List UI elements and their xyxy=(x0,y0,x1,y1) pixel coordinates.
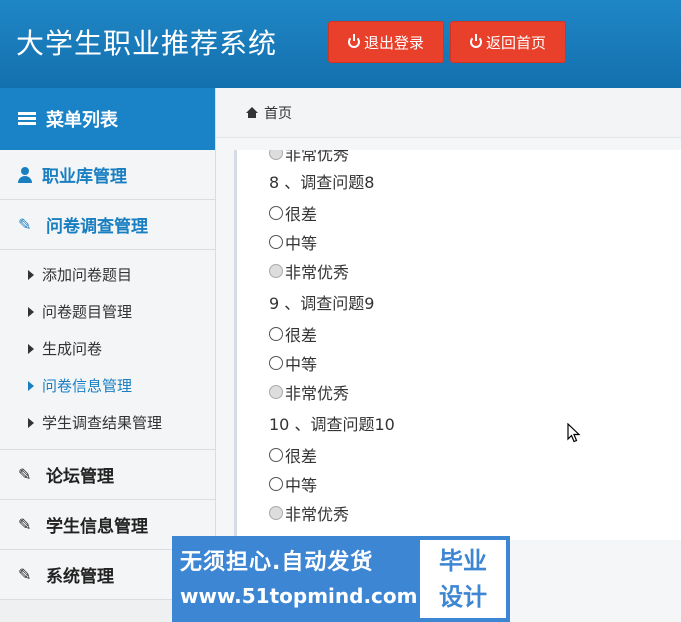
radio-button[interactable] xyxy=(269,234,283,249)
submenu-add-question[interactable]: 添加问卷题目 xyxy=(0,256,215,293)
sidebar-item-label: 职业库管理 xyxy=(42,167,127,187)
submenu-label: 问卷信息管理 xyxy=(42,377,133,395)
power-icon xyxy=(469,34,482,48)
option-label: 非常优秀 xyxy=(285,262,350,282)
menu-title: 菜单列表 xyxy=(46,110,118,131)
submenu-label: 学生调查结果管理 xyxy=(42,414,163,432)
radio-button[interactable] xyxy=(269,355,283,370)
submenu-label: 生成问卷 xyxy=(42,340,103,358)
sidebar-item-label: 系统管理 xyxy=(46,567,114,587)
option-label: 非常优秀 xyxy=(285,504,350,524)
watermark-badge-bottom: 设计 xyxy=(439,583,487,611)
return-home-button[interactable]: 返回首页 xyxy=(450,21,566,63)
user-icon xyxy=(18,166,32,183)
edit-icon: ✎ xyxy=(18,565,32,584)
submenu-question-manage[interactable]: 问卷题目管理 xyxy=(0,293,215,330)
edit-icon: ✎ xyxy=(18,515,32,534)
radio-button[interactable] xyxy=(269,505,283,520)
caret-right-icon xyxy=(28,417,34,428)
radio-button[interactable] xyxy=(269,447,283,462)
sidebar-item-survey[interactable]: ✎ 问卷调查管理 xyxy=(0,200,215,250)
option-label: 非常优秀 xyxy=(285,383,350,403)
option-row[interactable]: 中等 xyxy=(269,469,669,498)
option-label: 非常优秀 xyxy=(285,150,350,164)
caret-right-icon xyxy=(28,380,34,391)
top-header: 大学生职业推荐系统 退出登录 返回首页 xyxy=(0,0,681,88)
option-row[interactable]: 很差 xyxy=(269,319,669,348)
watermark-badge: 毕业 设计 xyxy=(420,540,506,618)
option-row[interactable]: 非常优秀 xyxy=(269,498,669,527)
option-row[interactable]: 中等 xyxy=(269,348,669,377)
edit-icon: ✎ xyxy=(18,465,32,484)
caret-right-icon xyxy=(28,343,34,354)
radio-button[interactable] xyxy=(269,150,283,160)
radio-button[interactable] xyxy=(269,263,283,278)
edit-icon: ✎ xyxy=(18,215,32,234)
option-row[interactable]: 非常优秀 xyxy=(269,377,669,406)
watermark-banner: 无须担心.自动发货 www.51topmind.com 毕业 设计 xyxy=(172,536,510,622)
option-label: 很差 xyxy=(285,204,318,224)
menu-header: 菜单列表 xyxy=(0,88,215,150)
submenu-generate-survey[interactable]: 生成问卷 xyxy=(0,330,215,367)
survey-submenu: 添加问卷题目 问卷题目管理 生成问卷 问卷信息管理 学生调查结果管理 xyxy=(0,250,215,450)
submenu-survey-results[interactable]: 学生调查结果管理 xyxy=(0,404,215,441)
option-label: 中等 xyxy=(285,475,318,495)
option-row[interactable]: 非常优秀 xyxy=(269,150,669,164)
breadcrumb-home-link[interactable]: 首页 xyxy=(264,103,292,123)
sidebar-item-forum[interactable]: ✎ 论坛管理 xyxy=(0,450,215,500)
sidebar-item-career-library[interactable]: 职业库管理 xyxy=(0,150,215,200)
survey-content[interactable]: 非常优秀 8 、调查问题8 很差 中等 非常优秀 9 、调查问题9 很差 中等 … xyxy=(234,150,681,540)
option-label: 中等 xyxy=(285,354,318,374)
list-icon xyxy=(18,112,36,126)
watermark-url: www.51topmind.com xyxy=(180,584,418,608)
logout-button[interactable]: 退出登录 xyxy=(328,21,444,63)
power-icon xyxy=(347,34,360,48)
return-home-label: 返回首页 xyxy=(485,33,546,52)
option-label: 中等 xyxy=(285,233,318,253)
app-title: 大学生职业推荐系统 xyxy=(16,27,278,60)
option-label: 很差 xyxy=(285,325,318,345)
option-row[interactable]: 很差 xyxy=(269,440,669,469)
submenu-survey-info[interactable]: 问卷信息管理 xyxy=(0,367,215,404)
sidebar-item-label: 问卷调查管理 xyxy=(46,217,148,237)
question-title: 8 、调查问题8 xyxy=(269,173,375,192)
mouse-cursor-icon xyxy=(567,423,581,443)
radio-button[interactable] xyxy=(269,384,283,399)
home-icon xyxy=(246,107,258,118)
question-title: 9 、调查问题9 xyxy=(269,294,375,313)
question-title: 10 、调查问题10 xyxy=(269,415,395,434)
caret-right-icon xyxy=(28,306,34,317)
option-row[interactable]: 非常优秀 xyxy=(269,256,669,285)
radio-button[interactable] xyxy=(269,205,283,220)
submenu-label: 添加问卷题目 xyxy=(42,266,133,284)
logout-label: 退出登录 xyxy=(363,33,424,52)
sidebar-item-label: 学生信息管理 xyxy=(46,517,148,537)
watermark-slogan: 无须担心.自动发货 xyxy=(180,550,374,575)
caret-right-icon xyxy=(28,269,34,280)
submenu-label: 问卷题目管理 xyxy=(42,303,133,321)
breadcrumb: 首页 xyxy=(216,88,681,138)
sidebar-item-label: 论坛管理 xyxy=(46,467,114,487)
watermark-badge-top: 毕业 xyxy=(439,547,487,575)
option-label: 很差 xyxy=(285,446,318,466)
radio-button[interactable] xyxy=(269,476,283,491)
option-row[interactable]: 中等 xyxy=(269,227,669,256)
option-row[interactable]: 很差 xyxy=(269,198,669,227)
radio-button[interactable] xyxy=(269,326,283,341)
